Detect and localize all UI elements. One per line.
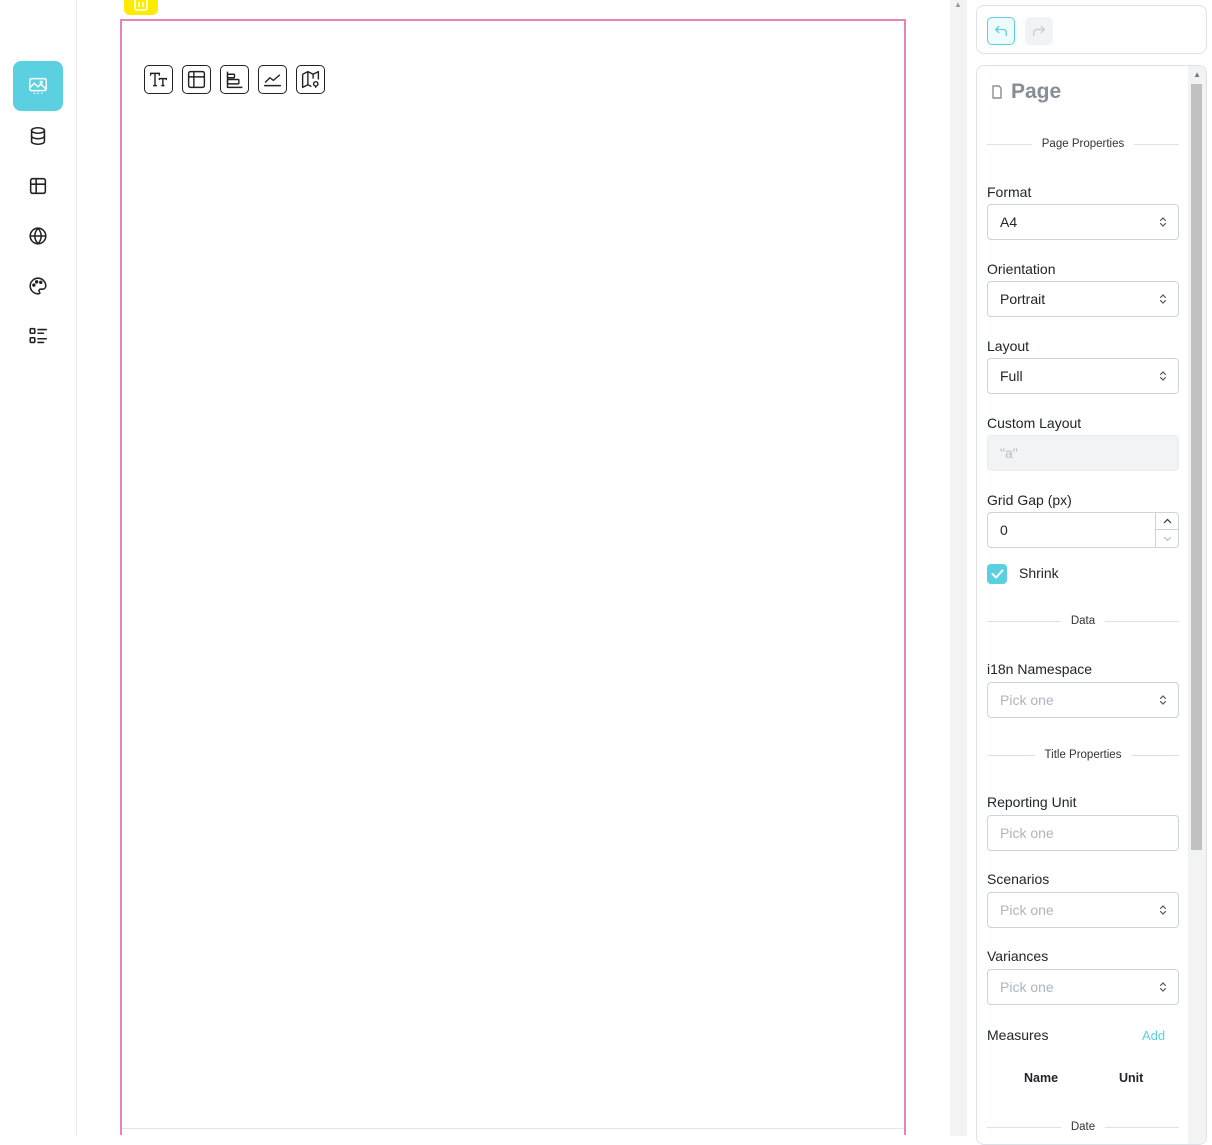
redo-icon	[1033, 25, 1045, 37]
trash-icon	[134, 0, 148, 11]
variances-label: Variances	[987, 948, 1049, 964]
table-icon	[187, 70, 206, 89]
add-table-widget-button[interactable]	[182, 65, 211, 94]
chevron-down-icon	[1163, 536, 1171, 541]
scenarios-placeholder: Pick one	[1000, 902, 1054, 918]
page-icon	[992, 85, 1002, 99]
globe-icon	[29, 227, 47, 245]
scrollbar-thumb[interactable]	[1191, 84, 1202, 850]
selector-icon	[1159, 695, 1167, 705]
measures-header-unit: Unit	[1119, 1071, 1144, 1085]
page-bottom-rule	[122, 1128, 904, 1129]
variances-select[interactable]: Pick one	[987, 969, 1179, 1005]
palette-icon	[29, 277, 47, 295]
format-label: Format	[987, 184, 1032, 200]
format-select[interactable]: A4	[987, 204, 1179, 240]
list-details-icon	[29, 327, 48, 344]
check-icon	[991, 569, 1003, 579]
history-toolbar	[976, 5, 1207, 54]
selector-icon	[1159, 982, 1167, 992]
i18n-namespace-label: i18n Namespace	[987, 661, 1093, 677]
bar-chart-icon	[226, 71, 243, 89]
database-icon	[30, 126, 46, 146]
chevron-up-icon	[1163, 518, 1171, 524]
selector-icon	[1159, 217, 1167, 227]
custom-layout-value: "a"	[1000, 445, 1018, 461]
nav-item-translations[interactable]	[13, 211, 63, 261]
canvas-scrollbar[interactable]: ▲	[950, 0, 967, 1136]
table-icon	[29, 177, 47, 195]
section-divider-page-properties: Page Properties	[987, 137, 1179, 151]
line-chart-icon	[263, 74, 282, 87]
reporting-unit-label: Reporting Unit	[987, 794, 1077, 810]
nav-item-outline[interactable]	[13, 311, 63, 361]
orientation-select[interactable]: Portrait	[987, 281, 1179, 317]
map-icon	[301, 70, 320, 89]
i18n-namespace-select[interactable]: Pick one	[987, 682, 1179, 718]
grid-gap-input[interactable]: 0	[987, 512, 1179, 548]
decrement-button[interactable]	[1156, 530, 1178, 547]
reporting-unit-placeholder: Pick one	[1000, 825, 1054, 841]
measures-label: Measures	[987, 1027, 1049, 1043]
grid-gap-value: 0	[1000, 522, 1008, 538]
scroll-up-arrow[interactable]: ▲	[954, 0, 962, 9]
custom-layout-label: Custom Layout	[987, 415, 1082, 431]
layout-value: Full	[1000, 368, 1023, 384]
undo-icon	[995, 25, 1007, 37]
format-value: A4	[1000, 214, 1018, 230]
text-icon	[149, 72, 168, 87]
selector-icon	[1159, 905, 1167, 915]
panel-title-text: Page	[1011, 80, 1062, 103]
section-divider-date: Date	[987, 1120, 1180, 1134]
redo-button[interactable]	[1025, 17, 1053, 45]
grid-gap-stepper	[1155, 513, 1178, 547]
nav-item-theme[interactable]	[13, 261, 63, 311]
selector-icon	[1159, 294, 1167, 304]
shrink-label: Shrink	[1019, 565, 1059, 581]
undo-button[interactable]	[987, 17, 1015, 45]
add-text-widget-button[interactable]	[144, 65, 173, 94]
custom-layout-input: "a"	[987, 435, 1179, 471]
layout-label: Layout	[987, 338, 1030, 354]
add-bar-chart-widget-button[interactable]	[220, 65, 249, 94]
nav-item-pages[interactable]	[13, 61, 63, 111]
i18n-namespace-placeholder: Pick one	[1000, 692, 1054, 708]
shrink-checkbox[interactable]	[987, 564, 1007, 584]
widget-toolbar	[144, 65, 325, 94]
grid-gap-label: Grid Gap (px)	[987, 492, 1072, 508]
properties-panel: ▲ Page Page Properties Format A4 Orienta…	[976, 65, 1207, 1145]
panel-title: Page	[991, 80, 1061, 104]
orientation-value: Portrait	[1000, 291, 1046, 307]
scroll-up-arrow[interactable]: ▲	[1193, 70, 1201, 79]
report-page[interactable]	[120, 19, 906, 1135]
page-delete-tag[interactable]	[124, 0, 158, 15]
reporting-unit-input[interactable]: Pick one	[987, 815, 1179, 851]
add-measure-link[interactable]: Add	[1142, 1028, 1165, 1043]
nav-rail	[0, 0, 77, 1136]
nav-item-data[interactable]	[13, 111, 63, 161]
scenarios-label: Scenarios	[987, 871, 1050, 887]
section-divider-data: Data	[987, 614, 1180, 628]
add-line-chart-widget-button[interactable]	[258, 65, 287, 94]
image-icon	[29, 77, 47, 95]
measures-header-name: Name	[1024, 1071, 1059, 1085]
nav-item-tables[interactable]	[13, 161, 63, 211]
selector-icon	[1159, 371, 1167, 381]
scenarios-select[interactable]: Pick one	[987, 892, 1179, 928]
section-divider-title-properties: Title Properties	[987, 748, 1179, 762]
orientation-label: Orientation	[987, 261, 1056, 277]
variances-placeholder: Pick one	[1000, 979, 1054, 995]
report-canvas	[77, 0, 950, 1136]
layout-select[interactable]: Full	[987, 358, 1179, 394]
add-map-widget-button[interactable]	[296, 65, 325, 94]
properties-scrollbar[interactable]: ▲	[1188, 66, 1206, 1144]
increment-button[interactable]	[1156, 513, 1178, 530]
